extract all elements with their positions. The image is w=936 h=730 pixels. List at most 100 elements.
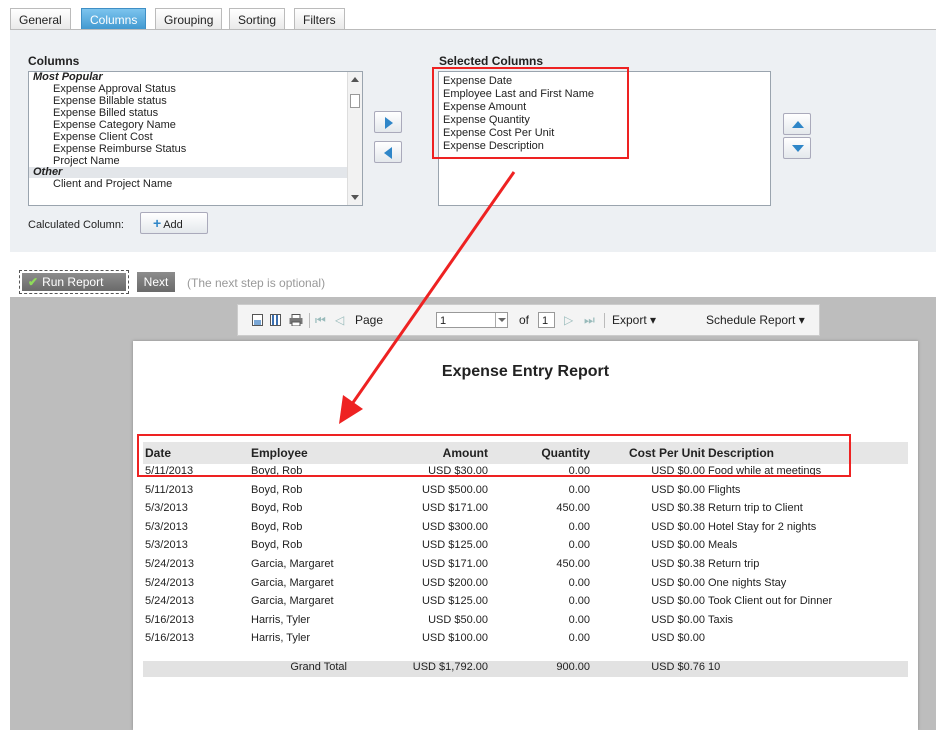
grand-total-row: Grand Total USD $1,792.00 900.00 USD $0.… xyxy=(143,661,908,677)
cell-date: 5/11/2013 xyxy=(145,483,194,496)
list-item[interactable]: Expense Client Cost xyxy=(29,131,362,143)
table-row: 5/3/2013 Boyd, Rob USD $125.00 0.00 USD $0.0… xyxy=(143,539,908,555)
grand-total-label: Grand Total xyxy=(290,661,347,673)
list-item[interactable]: Expense Cost Per Unit xyxy=(439,127,770,140)
arrow-right-icon xyxy=(385,117,393,129)
grand-total-cost-per-unit: USD $0.76 xyxy=(651,661,705,673)
scroll-thumb[interactable] xyxy=(350,94,360,108)
cell-date: 5/24/2013 xyxy=(145,576,194,589)
save-icon[interactable] xyxy=(252,314,263,326)
add-label: Add xyxy=(163,219,183,231)
next-button[interactable]: Next xyxy=(137,272,175,292)
cell-quantity: 0.00 xyxy=(568,520,590,533)
last-page-icon[interactable]: ⏭ xyxy=(584,313,595,328)
tab-filters[interactable]: Filters xyxy=(294,8,345,30)
cell-description: Food while at meetings xyxy=(708,465,822,477)
arrow-left-icon xyxy=(384,147,392,159)
cell-amount: USD $100.00 xyxy=(421,632,488,645)
list-item[interactable]: Expense Description xyxy=(439,140,770,153)
cell-amount: USD $125.00 xyxy=(421,539,488,552)
move-up-button[interactable] xyxy=(783,113,811,135)
add-calculated-column-button[interactable]: + Add xyxy=(140,212,208,234)
cell-amount: USD $300.00 xyxy=(421,520,488,533)
scroll-down-icon[interactable] xyxy=(351,195,359,200)
cell-quantity: 0.00 xyxy=(568,465,590,477)
cell-cost-per-unit: USD $0.00 xyxy=(651,595,705,608)
chevron-down-icon xyxy=(498,318,506,322)
list-item[interactable]: Expense Quantity xyxy=(439,114,770,127)
schedule-report-label: Schedule Report xyxy=(706,313,796,327)
columns-heading: Columns xyxy=(28,54,80,68)
cell-quantity: 450.00 xyxy=(556,558,590,570)
scroll-up-icon[interactable] xyxy=(351,77,359,82)
list-item[interactable]: Expense Amount xyxy=(439,101,770,114)
list-item[interactable]: Expense Date xyxy=(439,75,770,88)
print-icon[interactable] xyxy=(289,314,303,326)
table-row: 5/3/2013 Boyd, Rob USD $300.00 0.00 USD $0.0… xyxy=(143,521,908,537)
table-row: 5/16/2013 Harris, Tyler USD $100.00 0.00 USD… xyxy=(143,632,908,648)
add-column-button[interactable] xyxy=(374,111,402,133)
columns-panel: Columns Most Popular Expense Approval St… xyxy=(10,29,936,252)
list-item[interactable]: Expense Category Name xyxy=(29,119,362,131)
toolbar-separator xyxy=(604,313,605,328)
cell-employee: Boyd, Rob xyxy=(251,502,303,515)
calculated-column-label: Calculated Column: xyxy=(28,219,124,231)
list-item[interactable]: Expense Billable status xyxy=(29,95,362,107)
cell-description: Hotel Stay for 2 nights xyxy=(708,520,817,533)
move-down-button[interactable] xyxy=(783,137,811,159)
header-cost-per-unit: Cost Per Unit xyxy=(628,446,705,460)
cell-employee: Garcia, Margaret xyxy=(251,576,334,589)
cell-date: 5/24/2013 xyxy=(145,595,194,608)
list-item[interactable]: Expense Billed status xyxy=(29,107,362,119)
tab-general[interactable]: General xyxy=(10,8,71,30)
cell-cost-per-unit: USD $0.38 xyxy=(651,502,705,515)
viewer-toolbar: ⏮ ◁ Page 1 of 1 ▷ ⏭ Export ▾ Schedule Re… xyxy=(237,304,820,336)
tab-sorting[interactable]: Sorting xyxy=(229,8,286,30)
check-icon: ✔ xyxy=(28,275,39,289)
cell-description: Return trip xyxy=(708,558,760,570)
list-item[interactable]: Project Name xyxy=(29,155,362,167)
arrow-up-icon xyxy=(792,121,804,128)
scrollbar[interactable] xyxy=(347,72,362,205)
list-item[interactable]: Employee Last and First Name xyxy=(439,88,770,101)
cell-cost-per-unit: USD $0.00 xyxy=(651,613,705,626)
group-header: Other xyxy=(29,167,362,178)
header-date: Date xyxy=(145,446,172,460)
next-page-icon[interactable]: ▷ xyxy=(564,313,573,327)
page-dropdown[interactable] xyxy=(495,313,508,327)
table-row: 5/24/2013 Garcia, Margaret USD $200.00 0.00… xyxy=(143,577,908,593)
list-item[interactable]: Client and Project Name xyxy=(29,178,362,190)
plus-icon: + xyxy=(153,215,162,231)
table-header: Date Employee Amount Quantity Cost Per U… xyxy=(143,442,908,464)
grand-total-description: 10 xyxy=(708,661,721,673)
list-item[interactable]: Expense Approval Status xyxy=(29,83,362,95)
cell-employee: Garcia, Margaret xyxy=(251,558,334,570)
cell-employee: Boyd, Rob xyxy=(251,520,303,533)
action-bar: ✔ Run Report Next (The next step is optio… xyxy=(10,252,936,302)
table-row: 5/24/2013 Garcia, Margaret USD $125.00 0.00… xyxy=(143,595,908,611)
total-pages: 1 xyxy=(538,312,555,328)
tab-grouping[interactable]: Grouping xyxy=(155,8,223,30)
selected-columns-list[interactable]: Expense Date Employee Last and First Nam… xyxy=(438,71,771,206)
cell-employee: Garcia, Margaret xyxy=(251,595,334,608)
optional-note: (The next step is optional) xyxy=(187,276,326,290)
columns-icon[interactable] xyxy=(270,314,281,326)
export-menu[interactable]: Export ▾ xyxy=(612,313,656,327)
list-item[interactable]: Expense Reimburse Status xyxy=(29,143,362,155)
schedule-report-menu[interactable]: Schedule Report ▾ xyxy=(706,313,805,327)
first-page-icon[interactable]: ⏮ xyxy=(315,313,326,328)
remove-column-button[interactable] xyxy=(374,141,402,163)
available-columns-list[interactable]: Most Popular Expense Approval Status Exp… xyxy=(28,71,363,206)
prev-page-icon[interactable]: ◁ xyxy=(335,313,344,327)
page-number-value: 1 xyxy=(440,315,447,327)
selected-columns-heading: Selected Columns xyxy=(439,54,544,68)
tab-columns[interactable]: Columns xyxy=(81,8,147,30)
cell-cost-per-unit: USD $0.00 xyxy=(651,539,705,552)
cell-description: One nights Stay xyxy=(708,576,787,589)
run-report-button[interactable]: ✔ Run Report xyxy=(19,270,129,294)
cell-amount: USD $171.00 xyxy=(421,502,488,515)
cell-cost-per-unit: USD $0.38 xyxy=(651,558,705,570)
report-page: Expense Entry Report Date Employee Amoun… xyxy=(133,341,918,730)
cell-date: 5/24/2013 xyxy=(145,558,194,570)
cell-date: 5/16/2013 xyxy=(145,613,194,626)
